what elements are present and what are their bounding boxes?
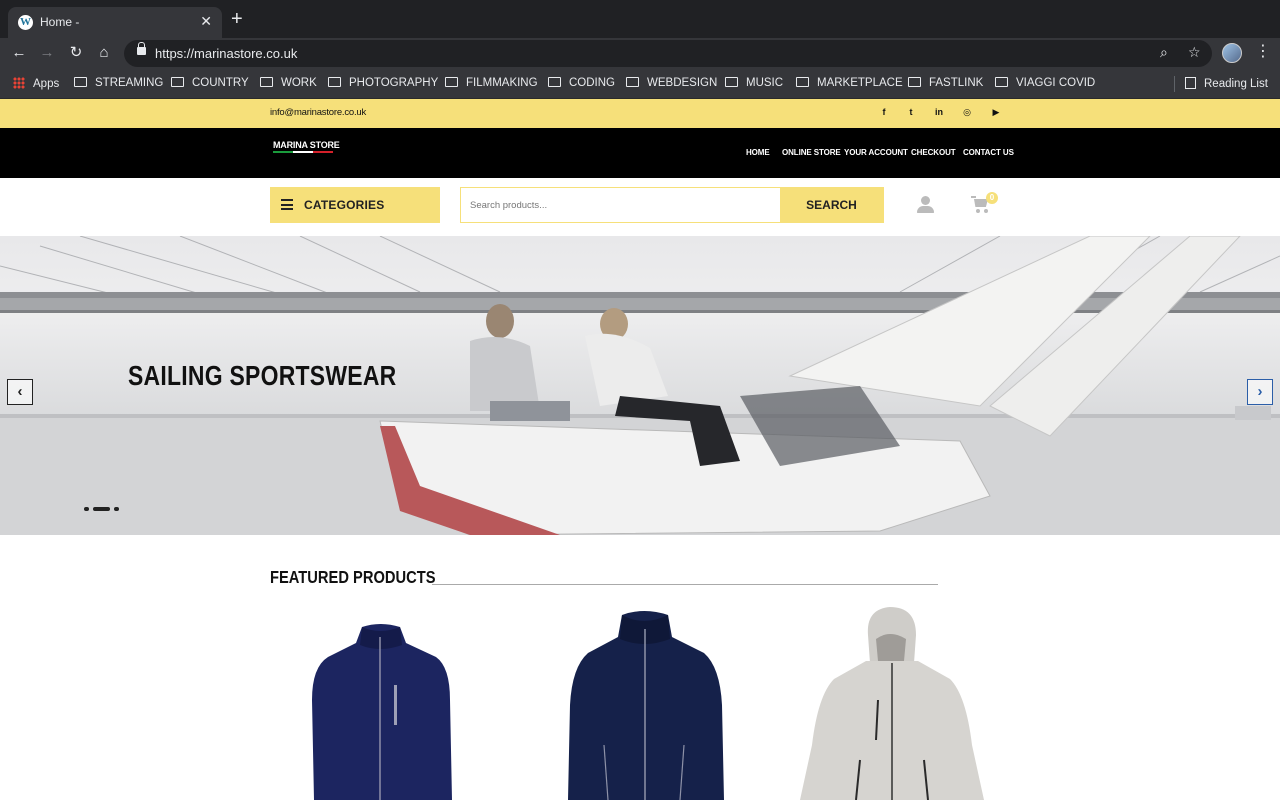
lock-icon bbox=[137, 42, 146, 55]
navy-softshell-jacket-image bbox=[568, 611, 724, 800]
folder-icon bbox=[328, 77, 341, 87]
linkedin-icon[interactable]: in bbox=[932, 107, 946, 117]
slider-next-button[interactable]: › bbox=[1247, 379, 1273, 405]
categories-button[interactable]: CATEGORIES bbox=[270, 187, 440, 223]
browser-tab-bar: W Home - ✕ + bbox=[0, 0, 1280, 38]
bookmark-folder[interactable]: WORK bbox=[260, 77, 317, 89]
search-row: CATEGORIES SEARCH bbox=[0, 178, 1280, 236]
product-card[interactable] bbox=[790, 605, 990, 800]
new-tab-icon[interactable]: + bbox=[231, 9, 243, 29]
bookmark-apps[interactable]: Apps bbox=[13, 77, 59, 90]
reading-list-icon bbox=[1185, 77, 1196, 89]
hero-slider: SAILING SPORTSWEAR ‹ › bbox=[0, 236, 1280, 535]
apps-grid-icon bbox=[13, 77, 25, 89]
folder-icon bbox=[908, 77, 921, 87]
nav-checkout[interactable]: CHECKOUT bbox=[911, 148, 956, 157]
magnifier-icon[interactable]: ⌕ bbox=[1160, 44, 1168, 61]
folder-icon bbox=[796, 77, 809, 87]
star-icon[interactable]: ☆ bbox=[1188, 44, 1201, 61]
twitter-icon[interactable]: t bbox=[904, 107, 918, 117]
folder-icon bbox=[548, 77, 561, 87]
bookmark-folder[interactable]: MARKETPLACE bbox=[796, 77, 903, 89]
tab-title: Home - bbox=[40, 15, 80, 29]
reading-list-button[interactable]: Reading List bbox=[1185, 77, 1268, 90]
search-button[interactable]: SEARCH bbox=[780, 188, 883, 222]
reload-icon[interactable]: ↻ bbox=[66, 43, 86, 63]
nav-your-account[interactable]: YOUR ACCOUNT bbox=[844, 148, 908, 157]
hamburger-icon bbox=[281, 199, 293, 210]
product-card[interactable] bbox=[284, 605, 484, 800]
slider-prev-button[interactable]: ‹ bbox=[7, 379, 33, 405]
bookmark-folder[interactable]: VIAGGI COVID bbox=[995, 77, 1095, 89]
folder-icon bbox=[171, 77, 184, 87]
italian-flag-stripe bbox=[273, 151, 333, 153]
nav-online-store[interactable]: ONLINE STORE bbox=[782, 148, 841, 157]
browser-tab[interactable]: W Home - ✕ bbox=[8, 7, 222, 38]
close-tab-icon[interactable]: ✕ bbox=[200, 13, 212, 30]
user-account-icon[interactable] bbox=[916, 196, 934, 214]
instagram-icon[interactable]: ◎ bbox=[960, 107, 974, 118]
slider-dot[interactable] bbox=[114, 507, 119, 511]
heading-divider bbox=[432, 584, 938, 585]
grey-hooded-jacket-image bbox=[800, 607, 984, 800]
bookmark-folder[interactable]: FASTLINK bbox=[908, 77, 983, 89]
bookmark-folder[interactable]: MUSIC bbox=[725, 77, 783, 89]
slider-dot[interactable] bbox=[84, 507, 89, 511]
address-bar[interactable]: https://marinastore.co.uk ⌕ ☆ bbox=[124, 40, 1212, 67]
search-input[interactable] bbox=[461, 188, 780, 222]
folder-icon bbox=[74, 77, 87, 87]
bookmark-folder[interactable]: FILMMAKING bbox=[445, 77, 538, 89]
site-header: MARINA STORE HOME ONLINE STORE YOUR ACCO… bbox=[0, 128, 1280, 178]
nav-contact-us[interactable]: CONTACT US bbox=[963, 148, 1014, 157]
nav-home[interactable]: HOME bbox=[746, 148, 770, 157]
bookmarks-bar: Apps STREAMING COUNTRY WORK PHOTOGRAPHY … bbox=[0, 69, 1280, 99]
back-arrow-icon[interactable]: ← bbox=[9, 43, 29, 63]
bookmark-folder[interactable]: WEBDESIGN bbox=[626, 77, 717, 89]
home-icon[interactable]: ⌂ bbox=[94, 43, 114, 63]
folder-icon bbox=[260, 77, 273, 87]
contact-email[interactable]: info@marinastore.co.uk bbox=[270, 107, 366, 118]
profile-avatar[interactable] bbox=[1222, 43, 1242, 63]
cart-count-badge: 0 bbox=[986, 192, 998, 204]
facebook-icon[interactable]: f bbox=[877, 107, 891, 117]
kebab-menu-icon[interactable]: ⋮ bbox=[1255, 41, 1271, 61]
search-form: SEARCH bbox=[460, 187, 884, 223]
bookmark-folder[interactable]: CODING bbox=[548, 77, 615, 89]
bookmark-folder[interactable]: STREAMING bbox=[74, 77, 163, 89]
site-topbar: info@marinastore.co.uk f t in ◎ ▶ bbox=[0, 99, 1280, 128]
featured-products-heading: FEATURED PRODUCTS bbox=[270, 567, 436, 587]
folder-icon bbox=[725, 77, 738, 87]
folder-icon bbox=[995, 77, 1008, 87]
folder-icon bbox=[445, 77, 458, 87]
youtube-icon[interactable]: ▶ bbox=[989, 107, 1003, 118]
slider-dot-active[interactable] bbox=[93, 507, 110, 511]
wordpress-icon: W bbox=[18, 15, 33, 30]
bookmark-folder[interactable]: COUNTRY bbox=[171, 77, 249, 89]
bookmark-folder[interactable]: PHOTOGRAPHY bbox=[328, 77, 438, 89]
product-card[interactable] bbox=[544, 605, 744, 800]
browser-toolbar: ← → ↻ ⌂ https://marinastore.co.uk ⌕ ☆ ⋮ bbox=[0, 38, 1280, 69]
navy-fleece-jacket-image bbox=[312, 624, 452, 800]
forward-arrow-icon[interactable]: → bbox=[37, 43, 57, 63]
site-logo[interactable]: MARINA STORE bbox=[273, 140, 340, 156]
folder-icon bbox=[626, 77, 639, 87]
url-text[interactable]: https://marinastore.co.uk bbox=[155, 46, 297, 61]
bookmarks-divider bbox=[1174, 76, 1175, 92]
hero-title: SAILING SPORTSWEAR bbox=[128, 360, 397, 391]
